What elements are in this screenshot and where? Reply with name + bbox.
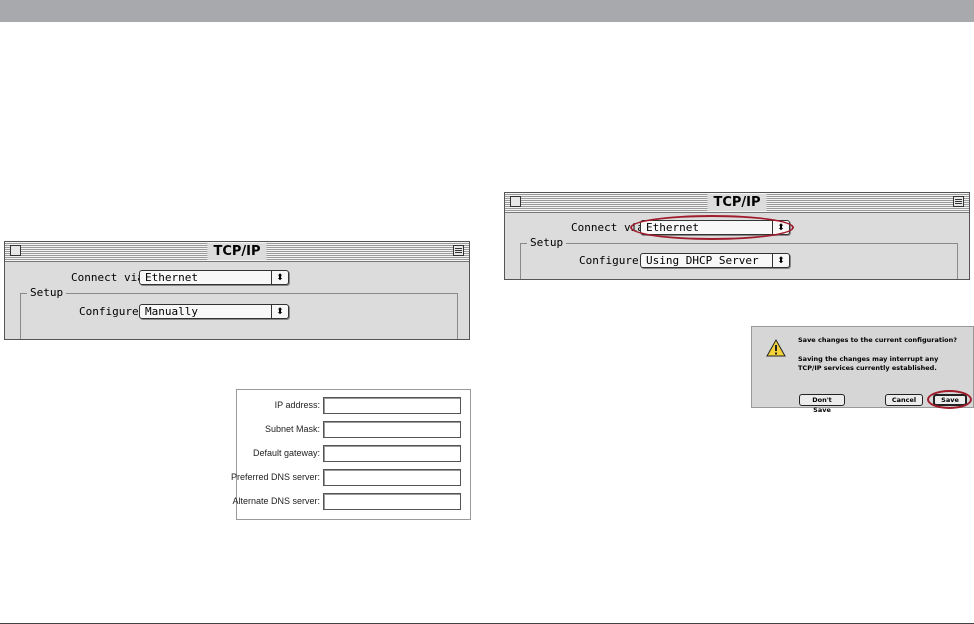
window-title: TCP/IP bbox=[207, 243, 267, 260]
subnet-mask-label: Subnet Mask: bbox=[264, 424, 320, 434]
tcpip-window-manual: TCP/IP Connect via : Ethernet ⬍ Setup Co… bbox=[4, 241, 470, 340]
configure-select[interactable]: Using DHCP Server ⬍ bbox=[640, 253, 790, 268]
save-button-highlight bbox=[927, 390, 972, 409]
preferred-dns-label: Preferred DNS server: bbox=[230, 472, 320, 482]
cancel-button[interactable]: Cancel bbox=[885, 394, 923, 406]
preferred-dns-row: Preferred DNS server: bbox=[231, 466, 470, 492]
setup-label: Setup bbox=[527, 237, 567, 249]
dialog-message: Saving the changes may interrupt any TCP… bbox=[798, 355, 939, 372]
dialog-title: Save changes to the current configuratio… bbox=[798, 336, 958, 344]
updown-arrows-icon: ⬍ bbox=[271, 305, 288, 318]
ip-settings-form: IP address: Subnet Mask: Default gateway… bbox=[231, 389, 471, 520]
configure-select[interactable]: Manually ⬍ bbox=[139, 304, 289, 319]
setup-label: Setup bbox=[27, 287, 67, 299]
dont-save-button[interactable]: Don't Save bbox=[799, 394, 845, 414]
close-box-icon[interactable] bbox=[510, 196, 521, 207]
configure-value: Manually bbox=[145, 305, 198, 318]
ip-address-input[interactable] bbox=[323, 397, 461, 414]
subnet-mask-row: Subnet Mask: bbox=[237, 418, 470, 444]
connect-via-highlight bbox=[630, 215, 794, 240]
warning-icon bbox=[766, 339, 786, 357]
tcpip-window-dhcp: TCP/IP Connect via : Ethernet ⬍ Setup Co… bbox=[504, 192, 970, 280]
connect-via-select[interactable]: Ethernet ⬍ bbox=[139, 270, 289, 285]
collapse-box-icon[interactable] bbox=[953, 196, 964, 207]
updown-arrows-icon: ⬍ bbox=[772, 254, 789, 267]
default-gateway-row: Default gateway: bbox=[237, 442, 470, 468]
ip-address-row: IP address: bbox=[237, 394, 470, 420]
window-title-bar[interactable]: TCP/IP bbox=[5, 242, 469, 262]
collapse-box-icon[interactable] bbox=[453, 245, 464, 256]
default-gateway-input[interactable] bbox=[323, 445, 461, 462]
close-box-icon[interactable] bbox=[10, 245, 21, 256]
window-title-bar[interactable]: TCP/IP bbox=[505, 193, 969, 213]
subnet-mask-input[interactable] bbox=[323, 421, 461, 438]
updown-arrows-icon: ⬍ bbox=[271, 271, 288, 284]
alternate-dns-row: Alternate DNS server: bbox=[232, 490, 470, 516]
connect-via-value: Ethernet bbox=[145, 271, 198, 284]
configure-value: Using DHCP Server bbox=[646, 254, 759, 267]
default-gateway-label: Default gateway: bbox=[252, 448, 320, 458]
save-changes-dialog: Save changes to the current configuratio… bbox=[751, 326, 974, 414]
page-header-bar bbox=[0, 0, 974, 22]
window-title: TCP/IP bbox=[707, 194, 767, 211]
ip-address-label: IP address: bbox=[274, 400, 320, 410]
alternate-dns-label: Alternate DNS server: bbox=[232, 496, 320, 506]
alternate-dns-input[interactable] bbox=[323, 493, 461, 510]
preferred-dns-input[interactable] bbox=[323, 469, 461, 486]
